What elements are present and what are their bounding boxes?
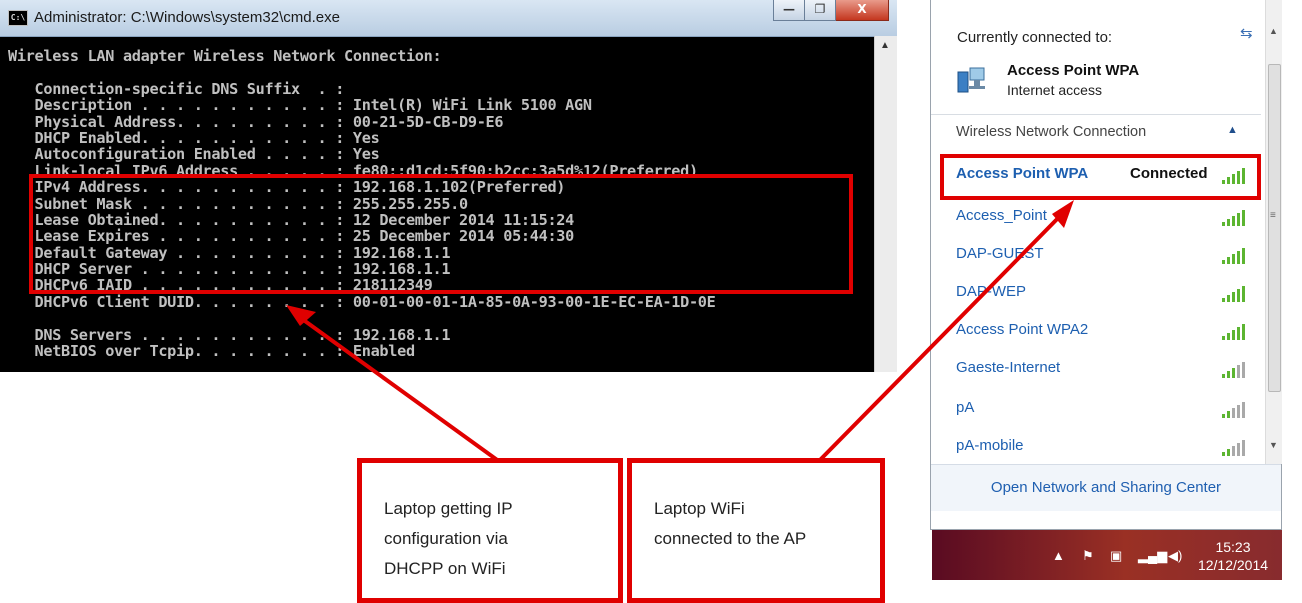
callout-left-line-1: Laptop getting IP (384, 499, 513, 518)
callout-left-line-3: DHCPP on WiFi (384, 559, 506, 578)
arrow-head-right (1052, 200, 1074, 228)
callout-left: Laptop getting IP configuration via DHCP… (357, 458, 623, 603)
arrow-head-left (286, 305, 316, 326)
callout-left-line-2: configuration via (384, 529, 508, 548)
callout-right-line-2: connected to the AP (654, 529, 807, 548)
callout-right-line-1: Laptop WiFi (654, 499, 745, 518)
arrow-line-left (296, 314, 502, 464)
callout-right: Laptop WiFi connected to the AP (627, 458, 885, 603)
arrow-line-right (816, 208, 1068, 464)
